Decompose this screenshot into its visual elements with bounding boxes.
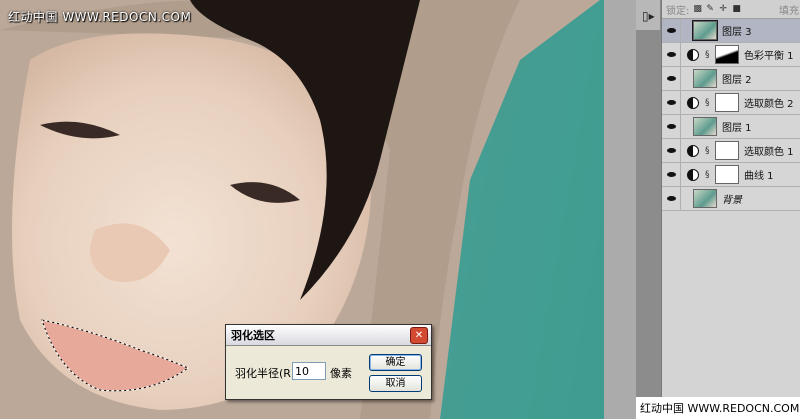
eye-icon[interactable] [662, 43, 681, 66]
dialog-title: 羽化选区 [231, 329, 275, 342]
dialog-titlebar[interactable]: 羽化选区 [226, 325, 431, 346]
layer-name: 色彩平衡 1 [744, 51, 794, 62]
link-icon: § [705, 49, 710, 60]
feather-radius-input[interactable] [292, 362, 326, 380]
eye-icon[interactable] [662, 67, 681, 90]
layer-mask-thumbnail [715, 141, 739, 160]
layer-thumbnail [693, 117, 717, 136]
cancel-button[interactable]: 取消 [369, 375, 422, 392]
layer-row[interactable]: 图层 1 [662, 115, 800, 139]
layer-thumbnail [692, 20, 718, 41]
eye-icon[interactable] [662, 187, 681, 210]
link-icon: § [705, 145, 710, 156]
layer-row[interactable]: § 选取颜色 2 [662, 91, 800, 115]
layer-row[interactable]: 背景 [662, 187, 800, 211]
eye-icon[interactable] [662, 19, 681, 42]
layer-name: 曲线 1 [744, 171, 774, 182]
link-icon: § [705, 97, 710, 108]
layer-name: 背景 [722, 195, 742, 206]
adjustment-layer-icon [687, 168, 699, 181]
layer-name: 图层 2 [722, 75, 752, 86]
lock-move-icon[interactable]: ✛ [719, 4, 728, 14]
eye-icon[interactable] [662, 91, 681, 114]
panel-collapse-button[interactable]: ▯▸ [636, 0, 661, 30]
layer-mask-thumbnail [715, 165, 739, 184]
layer-mask-thumbnail [715, 93, 739, 112]
watermark-bottom: 红动中国 WWW.REDOCN.COM [636, 397, 800, 419]
feather-radius-label: 羽化半径(R): [235, 367, 299, 380]
adjustment-layer-icon [687, 48, 699, 61]
layer-name: 图层 3 [722, 27, 752, 38]
close-button[interactable]: ✕ [410, 327, 428, 344]
lock-label: 锁定: [666, 5, 690, 17]
layer-row[interactable]: § 色彩平衡 1 [662, 43, 800, 67]
lock-transparent-icon[interactable]: ▩ [693, 4, 702, 14]
lock-paint-icon[interactable]: ✎ [706, 4, 715, 14]
watermark-top: 红动中国 WWW.REDOCN.COM [8, 10, 192, 24]
panel-gutter [604, 0, 636, 419]
eye-icon[interactable] [662, 139, 681, 162]
unit-label: 像素 [330, 367, 352, 380]
ok-button[interactable]: 确定 [369, 354, 422, 371]
layer-row[interactable]: § 曲线 1 [662, 163, 800, 187]
layer-name: 选取颜色 1 [744, 147, 794, 158]
layer-row[interactable]: 图层 3 [662, 19, 800, 43]
layer-mask-thumbnail [715, 45, 739, 64]
lock-bar: 锁定: ▩ ✎ ✛ ■ 填充 [662, 0, 800, 19]
lock-all-icon[interactable]: ■ [732, 4, 741, 14]
layers-panel: 锁定: ▩ ✎ ✛ ■ 填充 图层 3 § 色彩平衡 1 图层 2 § 选取颜色… [661, 0, 800, 419]
eye-icon[interactable] [662, 115, 681, 138]
adjustment-layer-icon [687, 144, 699, 157]
layer-row[interactable]: § 选取颜色 1 [662, 139, 800, 163]
layer-row[interactable]: 图层 2 [662, 67, 800, 91]
layer-name: 选取颜色 2 [744, 99, 794, 110]
panel-collapse-icon: ▯▸ [642, 9, 655, 23]
layer-name: 图层 1 [722, 123, 752, 134]
fill-label: 填充 [779, 5, 799, 17]
layer-thumbnail [693, 69, 717, 88]
adjustment-layer-icon [687, 96, 699, 109]
link-icon: § [705, 169, 710, 180]
feather-selection-dialog: 羽化选区 ✕ 羽化半径(R): 像素 确定 取消 [225, 324, 432, 400]
layer-thumbnail [693, 189, 717, 208]
eye-icon[interactable] [662, 163, 681, 186]
